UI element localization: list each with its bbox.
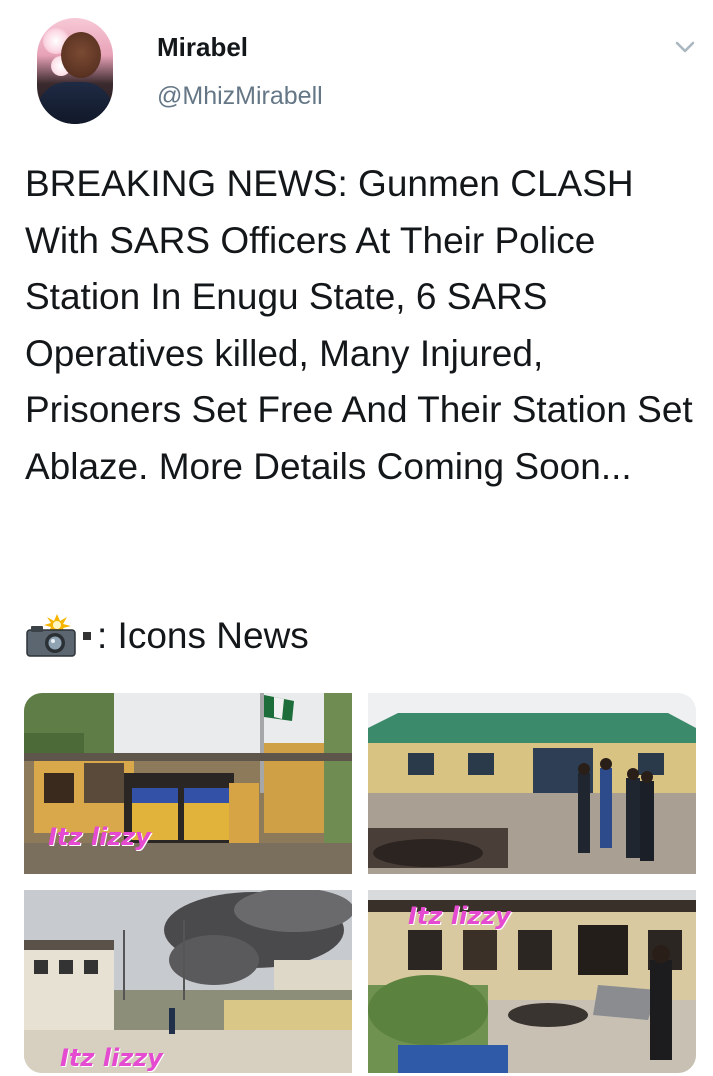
avatar-face [61,32,101,78]
media-photo-3[interactable]: Itz lizzy [24,890,352,1073]
tweet-text: BREAKING NEWS: Gunmen CLASH With SARS Of… [25,163,693,487]
chevron-down-icon[interactable] [672,34,698,60]
photo-watermark: Itz lizzy [48,823,151,851]
media-photo-4[interactable]: Itz lizzy [368,890,696,1073]
camera-with-flash-icon [26,614,76,657]
author-handle[interactable]: @MhizMirabell [157,82,323,111]
media-photo-1[interactable]: Itz lizzy [24,693,352,874]
avatar[interactable] [37,18,113,124]
media-photo-2[interactable] [368,693,696,874]
photo-watermark: Itz lizzy [408,902,511,930]
media-grid: Itz lizzy Itz lizzy Itz lizzy [24,693,696,1073]
avatar-shoulders [37,82,113,124]
tweet-caption: : Icons News [25,610,309,662]
author-name[interactable]: Mirabel [157,32,248,63]
black-small-square-icon [83,632,91,640]
photo-watermark: Itz lizzy [60,1044,163,1072]
caption-text: : Icons News [97,615,309,656]
tweet-header: Mirabel @MhizMirabell [0,0,713,140]
photo-officers-wreckage [368,693,696,874]
